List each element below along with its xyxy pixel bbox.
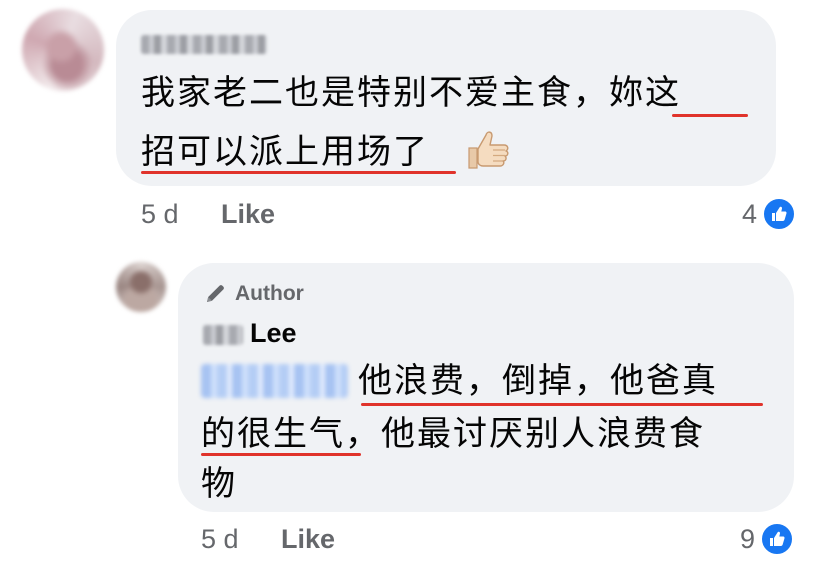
pencil-icon: [207, 285, 224, 302]
author-badge-label: Author: [235, 281, 304, 305]
like-button[interactable]: Like: [221, 199, 275, 230]
red-underline: [201, 453, 361, 456]
red-underline: [361, 403, 763, 406]
comment-thread: 我家老二也是特别不爱主食，妳这 招可以派上用场了 5 d Like 4 Auth…: [0, 0, 828, 561]
reply-text-line: 他浪费，倒掉，他爸真: [358, 361, 718, 401]
comment-timestamp[interactable]: 5 d: [141, 199, 179, 230]
avatar[interactable]: [22, 9, 104, 91]
red-underline: [141, 171, 456, 174]
mention-tag-blurred[interactable]: [201, 364, 348, 398]
comment-text-line: 我家老二也是特别不爱主食，妳这: [141, 73, 681, 113]
like-reaction-icon: [762, 197, 797, 231]
replier-first-name-blurred[interactable]: [203, 325, 243, 345]
like-reaction-icon: [760, 522, 795, 556]
red-underline: [672, 114, 748, 117]
reaction-summary[interactable]: 4: [742, 197, 797, 231]
reply-timestamp[interactable]: 5 d: [201, 524, 239, 555]
reply-text-line: 物: [201, 464, 237, 504]
author-badge: Author: [203, 281, 304, 306]
reaction-count: 4: [742, 198, 758, 229]
avatar[interactable]: [116, 262, 166, 312]
reaction-count: 9: [740, 523, 756, 554]
commenter-name-blurred[interactable]: [141, 35, 267, 54]
reply-author-name[interactable]: Lee: [250, 318, 297, 349]
thumbs-up-emoji: [468, 131, 509, 169]
reaction-summary[interactable]: 9: [740, 522, 795, 556]
like-button[interactable]: Like: [281, 524, 335, 555]
